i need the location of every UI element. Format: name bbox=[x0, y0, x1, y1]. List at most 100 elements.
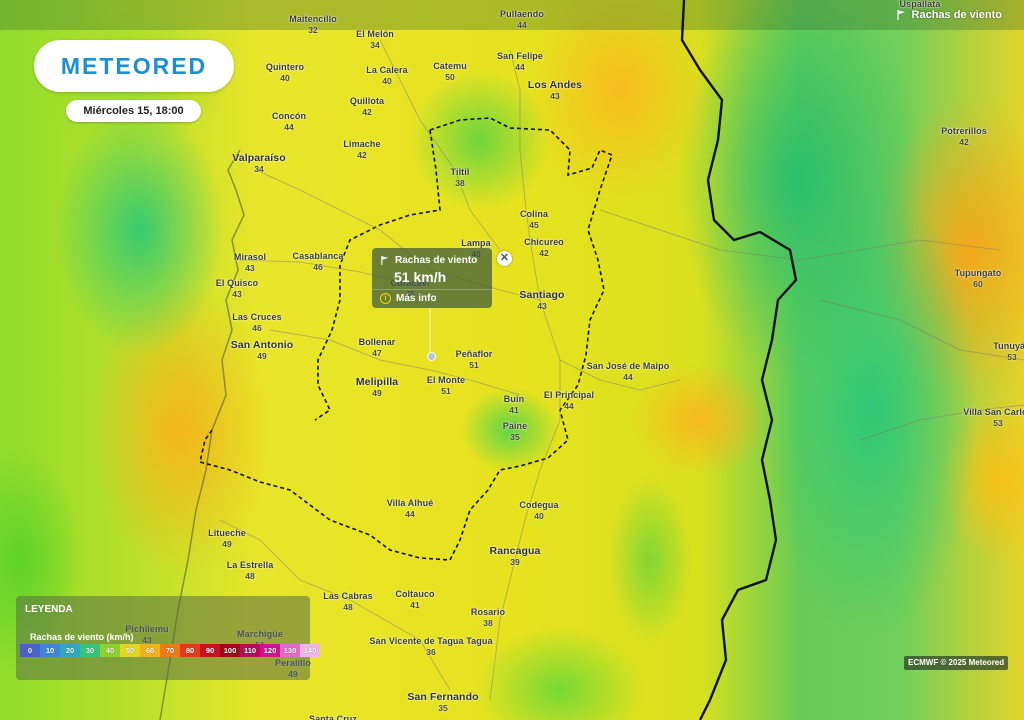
city-label[interactable]: Santa Cruz bbox=[309, 714, 357, 720]
city-label[interactable]: Litueche 49 bbox=[208, 528, 246, 550]
meteored-logo[interactable]: METEORED bbox=[34, 40, 234, 92]
location-marker[interactable] bbox=[427, 352, 436, 361]
city-label[interactable]: San Felipe 44 bbox=[497, 51, 543, 73]
city-label[interactable]: Tupungato 60 bbox=[955, 268, 1002, 290]
logo-text: METEORED bbox=[60, 52, 208, 79]
city-label[interactable]: Catemu 50 bbox=[433, 61, 467, 83]
city-label[interactable]: Pullaendo 44 bbox=[500, 9, 544, 31]
city-label[interactable]: Tunuyán53 bbox=[993, 341, 1024, 363]
city-wind-value: 34 bbox=[254, 164, 264, 174]
city-label[interactable]: La Calera 40 bbox=[366, 65, 407, 87]
city-wind-value: 36 bbox=[426, 647, 436, 657]
city-wind-value: 45 bbox=[529, 220, 539, 230]
city-label[interactable]: El Quisco 43 bbox=[216, 278, 258, 300]
city-label[interactable]: Quillota 42 bbox=[350, 96, 384, 118]
city-label[interactable]: Coltauco 41 bbox=[395, 589, 434, 611]
popup-divider bbox=[372, 289, 492, 290]
city-label[interactable]: Codegua 40 bbox=[519, 500, 558, 522]
city-name: Limache bbox=[343, 139, 381, 149]
city-label[interactable]: Casablanca 46 bbox=[292, 251, 343, 273]
city-wind-value: 42 bbox=[959, 137, 969, 147]
city-wind-value: 43 bbox=[245, 263, 255, 273]
city-label[interactable]: Maitencillo 32 bbox=[289, 14, 337, 36]
city-label[interactable]: Villa Alhué 44 bbox=[387, 498, 434, 520]
city-name: Bollenar bbox=[358, 337, 396, 347]
city-label[interactable]: El Principal 44 bbox=[544, 390, 594, 412]
city-label[interactable]: San José de Maipo 44 bbox=[587, 361, 670, 383]
city-label[interactable]: Las Cabras 48 bbox=[323, 591, 373, 613]
city-label[interactable]: Peñaflor 51 bbox=[456, 349, 493, 371]
city-name: Mirasol bbox=[233, 252, 267, 262]
legend-scale-cell: 100 bbox=[220, 644, 240, 657]
city-name: El Quisco bbox=[215, 278, 259, 288]
city-wind-value: 38 bbox=[455, 178, 465, 188]
legend-panel[interactable]: LEYENDA Rachas de viento (km/h) 0 10 20 30 4… bbox=[16, 596, 320, 680]
city-label[interactable]: Potrerillos 42 bbox=[941, 126, 987, 148]
city-wind-value: 41 bbox=[410, 600, 420, 610]
city-name: Maitencillo bbox=[289, 14, 337, 24]
legend-scale-cell: 50 bbox=[120, 644, 140, 657]
city-label[interactable]: Chicureo 42 bbox=[524, 237, 564, 259]
more-info-link[interactable]: i Más info bbox=[380, 293, 437, 304]
legend-scale-cell: 140 bbox=[300, 644, 320, 657]
city-label[interactable]: Buin 41 bbox=[504, 394, 524, 416]
layer-title-text: Rachas de viento bbox=[911, 9, 1002, 21]
city-label[interactable]: Tiltil 38 bbox=[451, 167, 470, 189]
city-wind-value: 49 bbox=[372, 388, 382, 398]
city-name: Pullaendo bbox=[500, 9, 544, 19]
city-label[interactable]: Rancagua 39 bbox=[490, 546, 541, 568]
city-label[interactable]: Concón 44 bbox=[272, 111, 306, 133]
date-time-chip[interactable]: Miércoles 15, 18:00 bbox=[66, 100, 201, 122]
legend-scale-cell: 110 bbox=[240, 644, 260, 657]
legend-scale-cell: 20 bbox=[60, 644, 80, 657]
city-name: Los Andes bbox=[527, 79, 583, 91]
city-wind-value: 34 bbox=[370, 40, 380, 50]
city-name: Catemu bbox=[433, 61, 467, 71]
city-wind-value: 49 bbox=[222, 539, 232, 549]
city-wind-value: 47 bbox=[372, 348, 382, 358]
city-name: Buin bbox=[503, 394, 525, 404]
close-icon[interactable]: ✕ bbox=[497, 251, 512, 266]
city-label[interactable]: Las Cruces 46 bbox=[232, 312, 282, 334]
city-wind-value: 51 bbox=[441, 386, 451, 396]
city-name: San Fernando bbox=[407, 691, 479, 703]
city-name: Coltauco bbox=[395, 589, 435, 599]
city-wind-value: 35 bbox=[510, 432, 520, 442]
city-wind-value: 50 bbox=[445, 72, 455, 82]
city-label[interactable]: Valparaíso 34 bbox=[232, 153, 286, 175]
legend-subtitle: Rachas de viento (km/h) bbox=[30, 632, 134, 642]
city-label[interactable]: El Melón 34 bbox=[356, 29, 394, 51]
city-name: San Felipe bbox=[496, 51, 544, 61]
city-label[interactable]: Los Andes 43 bbox=[528, 80, 582, 102]
city-label[interactable]: Colina 45 bbox=[520, 209, 548, 231]
city-name: San José de Maipo bbox=[586, 361, 670, 371]
city-name: La Calera bbox=[366, 65, 408, 75]
city-label[interactable]: El Monte 51 bbox=[427, 375, 465, 397]
city-name: Concón bbox=[271, 111, 307, 121]
city-wind-value: 41 bbox=[509, 405, 519, 415]
city-wind-value: 40 bbox=[382, 76, 392, 86]
city-label[interactable]: San Antonio 49 bbox=[231, 340, 294, 362]
city-name: Valparaíso bbox=[232, 152, 286, 164]
city-label[interactable]: La Estrella 48 bbox=[227, 560, 274, 582]
city-label[interactable]: Limache 42 bbox=[343, 139, 380, 161]
wind-flag-icon bbox=[381, 255, 389, 266]
city-label[interactable]: Quintero 40 bbox=[266, 62, 304, 84]
city-name: Rosario bbox=[470, 607, 506, 617]
city-label[interactable]: San Vicente de Tagua Tagua 36 bbox=[369, 636, 492, 658]
city-label[interactable]: Rosario 38 bbox=[471, 607, 505, 629]
city-label[interactable]: Bollenar 47 bbox=[359, 337, 396, 359]
legend-scale-cell: 120 bbox=[260, 644, 280, 657]
layer-title[interactable]: Rachas de viento bbox=[896, 9, 1002, 21]
popup-value: 51 km/h bbox=[394, 269, 447, 285]
city-label[interactable]: San Fernando 35 bbox=[407, 692, 478, 714]
city-label[interactable]: Mirasol 43 bbox=[234, 252, 266, 274]
city-label[interactable]: Villa San Carlos53 bbox=[963, 407, 1024, 429]
city-name: Las Cruces bbox=[232, 312, 282, 322]
city-name: La Estrella bbox=[226, 560, 274, 570]
city-wind-value: 53 bbox=[1007, 352, 1017, 362]
city-label[interactable]: Melipilla 49 bbox=[356, 377, 398, 399]
city-name: Paine bbox=[502, 421, 528, 431]
city-label[interactable]: Paine 35 bbox=[503, 421, 528, 443]
city-label[interactable]: Santiago 43 bbox=[519, 290, 564, 312]
